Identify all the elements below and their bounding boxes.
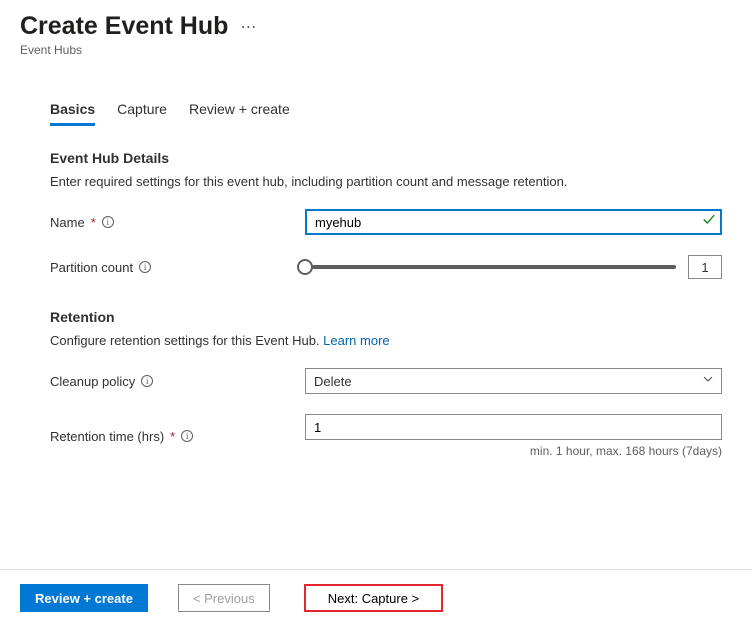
- partition-value[interactable]: 1: [688, 255, 722, 279]
- info-icon[interactable]: i: [139, 261, 151, 273]
- learn-more-link[interactable]: Learn more: [323, 333, 389, 348]
- section-eventhub-details: Event Hub Details: [50, 150, 722, 166]
- partition-slider[interactable]: [305, 257, 676, 277]
- tab-review-create[interactable]: Review + create: [189, 95, 290, 125]
- info-icon[interactable]: i: [181, 430, 193, 442]
- retention-desc-text: Configure retention settings for this Ev…: [50, 333, 323, 348]
- review-create-button[interactable]: Review + create: [20, 584, 148, 612]
- section-eventhub-desc: Enter required settings for this event h…: [50, 174, 722, 189]
- check-icon: [702, 213, 716, 232]
- required-indicator: *: [170, 429, 175, 444]
- cleanup-policy-select[interactable]: Delete: [305, 368, 722, 394]
- page-subtitle: Event Hubs: [20, 43, 732, 57]
- slider-track: [305, 265, 676, 269]
- page-title: Create Event Hub: [20, 12, 228, 41]
- section-retention: Retention: [50, 309, 722, 325]
- footer: Review + create < Previous Next: Capture…: [0, 569, 752, 626]
- more-icon[interactable]: ⋯: [236, 17, 260, 37]
- retention-hint: min. 1 hour, max. 168 hours (7days): [305, 444, 722, 458]
- info-icon[interactable]: i: [102, 216, 114, 228]
- slider-thumb[interactable]: [297, 259, 313, 275]
- retention-time-label: Retention time (hrs): [50, 429, 164, 444]
- name-label: Name: [50, 215, 85, 230]
- retention-time-input[interactable]: [305, 414, 722, 440]
- cleanup-label: Cleanup policy: [50, 374, 135, 389]
- tab-capture[interactable]: Capture: [117, 95, 167, 125]
- name-input[interactable]: [305, 209, 722, 235]
- tabs: Basics Capture Review + create: [20, 95, 732, 126]
- next-capture-button[interactable]: Next: Capture >: [304, 584, 443, 612]
- section-retention-desc: Configure retention settings for this Ev…: [50, 333, 722, 348]
- partition-label: Partition count: [50, 260, 133, 275]
- info-icon[interactable]: i: [141, 375, 153, 387]
- previous-button[interactable]: < Previous: [178, 584, 270, 612]
- tab-basics[interactable]: Basics: [50, 95, 95, 125]
- chevron-down-icon: [702, 372, 714, 390]
- required-indicator: *: [91, 215, 96, 230]
